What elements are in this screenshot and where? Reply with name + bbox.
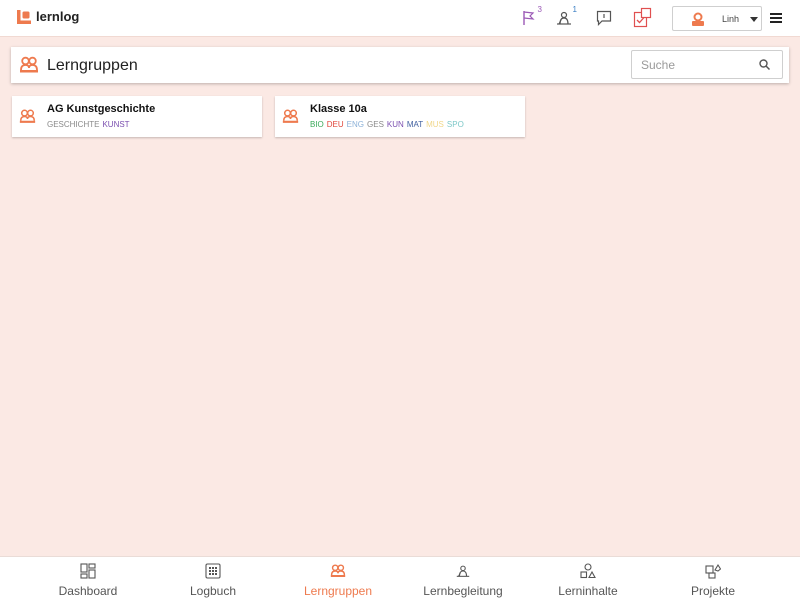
projects-icon [705, 563, 721, 579]
nav-label: Lerninhalte [558, 584, 618, 598]
bottom-nav: Dashboard Logbuch Lerngruppen Lernbeglei… [0, 556, 800, 600]
subject-tag: DEU [326, 120, 344, 129]
app-name: lernlog [36, 9, 80, 24]
learning-content-icon [580, 563, 596, 579]
subject-tag: GESCHICHTE [47, 120, 100, 129]
nav-label: Lerngruppen [303, 584, 373, 598]
nav-label: Logbuch [189, 584, 237, 598]
menu-button[interactable] [770, 13, 782, 25]
nav-label: Lernbegleitung [423, 584, 503, 598]
learning-groups-icon [330, 564, 346, 577]
learning-groups-icon [20, 56, 38, 73]
search-input[interactable] [632, 51, 752, 78]
flags-count: 3 [537, 5, 542, 14]
nav-item-projekte[interactable]: Projekte [650, 557, 776, 600]
group-card[interactable]: Klasse 10a BIO DEU ENG GES KUN MAT MUS SPO [275, 96, 525, 137]
messages-button[interactable] [591, 5, 617, 31]
nav-item-logbuch[interactable]: Logbuch [150, 557, 276, 600]
chevron-down-icon [750, 17, 758, 22]
user-avatar-icon [692, 12, 704, 26]
subject-tag: KUNST [102, 120, 130, 129]
nav-item-lerninhalte[interactable]: Lerninhalte [525, 557, 651, 600]
learning-support-icon [456, 565, 470, 577]
learning-groups-icon [282, 109, 299, 123]
learning-groups-icon [19, 109, 36, 123]
flags-button[interactable]: 3 [516, 5, 542, 31]
group-title: Klasse 10a [310, 103, 367, 115]
tasks-button[interactable] [630, 5, 656, 31]
nav-label: Dashboard [58, 584, 118, 598]
subject-tag: BIO [310, 120, 324, 129]
search-icon[interactable] [758, 58, 771, 71]
learning-support-count: 1 [572, 5, 577, 14]
lernlog-logo-icon [17, 9, 31, 24]
message-icon [596, 10, 612, 26]
app-logo[interactable]: lernlog [17, 9, 79, 24]
nav-item-dashboard[interactable]: Dashboard [25, 557, 151, 600]
user-menu[interactable]: Linh [672, 6, 762, 31]
nav-label: Projekte [690, 584, 736, 598]
nav-item-lernbegleitung[interactable]: Lernbegleitung [400, 557, 526, 600]
group-title: AG Kunstgeschichte [47, 103, 156, 115]
subject-tag: SPO [446, 120, 464, 129]
subject-tag: KUN [386, 120, 404, 129]
learning-support-button[interactable]: 1 [551, 5, 577, 31]
search-box[interactable] [631, 50, 783, 79]
subject-tag: ENG [346, 120, 365, 129]
hamburger-icon [770, 13, 782, 15]
group-subjects: GESCHICHTE KUNST [47, 120, 133, 129]
page-title: Lerngruppen [47, 57, 138, 74]
subject-tag: MAT [406, 120, 424, 129]
page-header: Lerngruppen [11, 47, 789, 83]
dashboard-icon [80, 563, 96, 579]
group-card[interactable]: AG Kunstgeschichte GESCHICHTE KUNST [12, 96, 262, 137]
group-subjects: BIO DEU ENG GES KUN MAT MUS SPO [310, 120, 467, 129]
learning-support-icon [557, 11, 571, 25]
flag-icon [523, 11, 535, 25]
nav-item-lerngruppen[interactable]: Lerngruppen [275, 557, 401, 600]
subject-tag: MUS [426, 120, 444, 129]
task-check-icon [633, 7, 652, 28]
top-bar: lernlog 3 1 Linh [0, 0, 800, 37]
user-name: Linh [722, 14, 740, 24]
logbook-icon [205, 563, 221, 579]
subject-tag: GES [367, 120, 384, 129]
